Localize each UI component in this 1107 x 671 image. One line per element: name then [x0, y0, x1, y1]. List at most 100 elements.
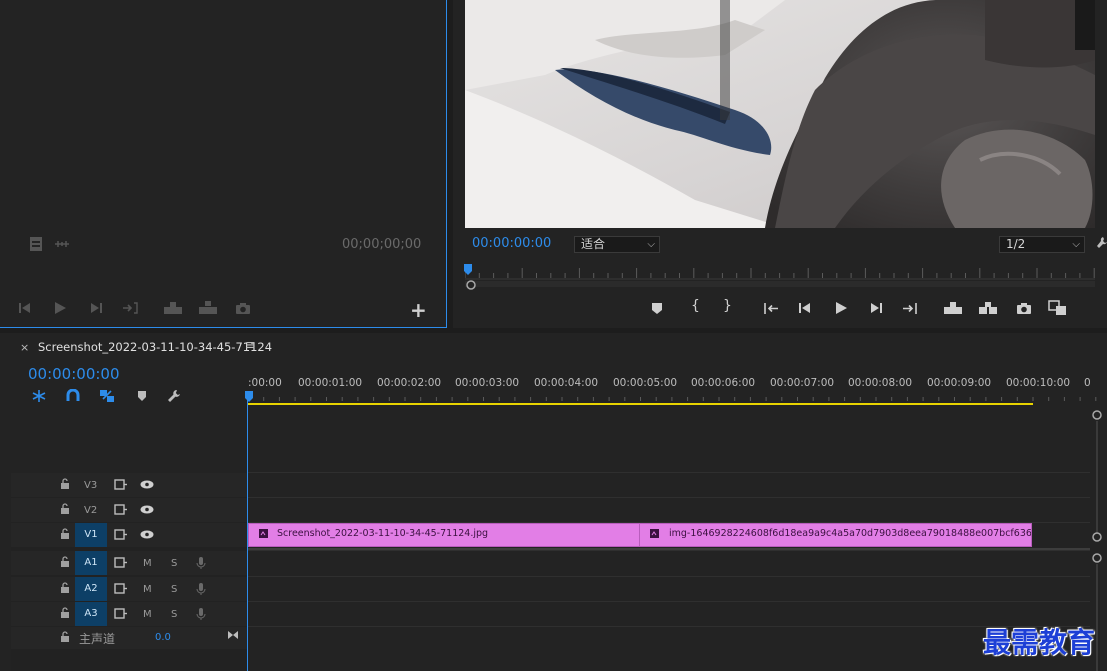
wrench-icon[interactable] — [1096, 236, 1107, 250]
fit-dropdown[interactable]: 适合 ⌵ — [574, 236, 660, 253]
sync-lock-icon[interactable] — [114, 557, 128, 568]
step-back-icon[interactable] — [18, 302, 32, 314]
lock-icon[interactable] — [60, 556, 70, 568]
track-header-v2 — [11, 498, 247, 522]
lane-divider-a1 — [248, 550, 1090, 551]
fit-dropdown-value: 适合 — [581, 237, 606, 251]
eye-icon[interactable] — [140, 480, 154, 489]
track-header-master — [11, 627, 247, 649]
go-to-out-icon[interactable] — [902, 302, 918, 315]
track-header-a3 — [11, 602, 247, 626]
clip-screenshot[interactable]: Screenshot_2022-03-11-10-34-45-71124.jpg — [248, 523, 640, 547]
insert-icon[interactable] — [163, 301, 183, 315]
add-marker-icon[interactable] — [137, 390, 147, 402]
export-frame-icon[interactable] — [1016, 302, 1032, 315]
microphone-icon[interactable] — [196, 556, 206, 570]
clip-name: Screenshot_2022-03-11-10-34-45-71124.jpg — [277, 528, 489, 539]
solo-button-a3[interactable]: S — [171, 609, 177, 620]
comparison-view-icon[interactable] — [1048, 300, 1068, 316]
chevron-down-icon: ⌵ — [647, 239, 655, 250]
track-toggle-a3[interactable]: A3 — [75, 602, 107, 626]
scrollbar-handle-icon[interactable] — [1092, 532, 1102, 542]
sync-lock-icon[interactable] — [114, 504, 128, 515]
audio-scrollbar-track[interactable] — [1096, 564, 1098, 671]
sync-lock-icon[interactable] — [114, 608, 128, 619]
program-ruler-ticks — [464, 268, 1095, 280]
wrench-icon[interactable] — [167, 389, 181, 403]
lock-icon[interactable] — [60, 607, 70, 619]
track-label-v3[interactable]: V3 — [84, 480, 97, 491]
lock-icon[interactable] — [60, 478, 70, 490]
track-header-a1 — [11, 551, 247, 575]
scrollbar-handle-icon[interactable] — [466, 280, 476, 290]
solo-button-a1[interactable]: S — [171, 558, 177, 569]
insert-audio-icon[interactable] — [54, 240, 70, 248]
zoom-scrollbar[interactable] — [465, 281, 1095, 287]
solo-button-a2[interactable]: S — [171, 584, 177, 595]
sync-lock-icon[interactable] — [114, 529, 128, 540]
sync-lock-icon[interactable] — [114, 479, 128, 490]
source-monitor-panel: 00;00;00;00 + — [0, 0, 447, 328]
mark-out-icon[interactable]: } — [723, 298, 732, 314]
work-area-bar[interactable] — [248, 403, 1033, 405]
track-toggle-a2[interactable]: A2 — [75, 577, 107, 601]
linked-selection-icon[interactable] — [99, 389, 115, 403]
eye-icon[interactable] — [140, 530, 154, 539]
program-video-frame — [465, 0, 1095, 228]
play-icon[interactable] — [834, 301, 848, 315]
timeline-panel: × Screenshot_2022-03-11-10-34-45-71124 ≡… — [0, 333, 1107, 671]
lane-divider-v2 — [248, 497, 1090, 498]
master-volume-value[interactable]: 0.0 — [155, 632, 171, 643]
extract-icon[interactable] — [978, 301, 998, 315]
mute-button-a3[interactable]: M — [143, 609, 152, 620]
step-forward-icon[interactable] — [89, 302, 103, 314]
chevron-down-icon: ⌵ — [1072, 239, 1080, 250]
snap-magnet-icon[interactable] — [66, 389, 80, 403]
nest-sequence-icon[interactable] — [31, 389, 47, 403]
track-toggle-v1[interactable]: V1 — [75, 523, 107, 547]
sequence-tab[interactable]: Screenshot_2022-03-11-10-34-45-71124 — [38, 340, 272, 354]
lane-divider-a2 — [248, 576, 1090, 577]
panel-menu-icon[interactable]: ≡ — [245, 338, 256, 353]
sync-lock-icon[interactable] — [114, 583, 128, 594]
playhead-marker-icon[interactable] — [464, 264, 472, 275]
lane-divider-a3 — [248, 601, 1090, 602]
step-forward-icon[interactable] — [869, 302, 883, 314]
lock-icon[interactable] — [60, 631, 70, 643]
go-to-in-icon[interactable] — [763, 302, 779, 315]
mute-button-a1[interactable]: M — [143, 558, 152, 569]
resolution-dropdown[interactable]: 1/2 ⌵ — [999, 236, 1085, 253]
track-header-a2 — [11, 577, 247, 601]
microphone-icon[interactable] — [196, 607, 206, 621]
video-scrollbar-track[interactable] — [1096, 421, 1098, 533]
timeline-timecode[interactable]: 00:00:00:00 — [28, 365, 120, 383]
close-tab-icon[interactable]: × — [20, 341, 29, 354]
program-timecode[interactable]: 00:00:00:00 — [472, 236, 551, 251]
source-timecode[interactable]: 00;00;00;00 — [342, 237, 421, 252]
lock-icon[interactable] — [60, 503, 70, 515]
mute-button-a2[interactable]: M — [143, 584, 152, 595]
program-ruler[interactable] — [464, 264, 1095, 280]
overwrite-icon[interactable] — [198, 301, 218, 315]
scrollbar-handle-icon[interactable] — [1092, 553, 1102, 563]
timeline-ruler[interactable]: :00:00 00:00:01:00 00:00:02:00 00:00:03:00 0… — [248, 373, 1107, 407]
scrollbar-handle-icon[interactable] — [1092, 410, 1102, 420]
step-back-icon[interactable] — [798, 302, 812, 314]
track-header-v1 — [11, 523, 247, 547]
safe-margins-icon[interactable] — [30, 237, 42, 251]
lock-icon[interactable] — [60, 528, 70, 540]
play-icon[interactable] — [53, 301, 67, 315]
add-marker-icon[interactable] — [651, 302, 663, 315]
eye-icon[interactable] — [140, 505, 154, 514]
go-to-out-icon[interactable] — [122, 301, 138, 315]
export-frame-icon[interactable] — [235, 302, 251, 315]
add-button-icon[interactable]: + — [410, 298, 427, 322]
lock-icon[interactable] — [60, 582, 70, 594]
track-toggle-a1[interactable]: A1 — [75, 551, 107, 575]
mark-in-icon[interactable]: { — [691, 298, 700, 314]
track-label-v2[interactable]: V2 — [84, 505, 97, 516]
microphone-icon[interactable] — [196, 582, 206, 596]
lift-icon[interactable] — [943, 301, 963, 315]
go-to-end-icon[interactable] — [227, 630, 239, 640]
clip-img[interactable]: img-1646928224608f6d18ea9a9c4a5a70d7903d… — [639, 523, 1032, 547]
